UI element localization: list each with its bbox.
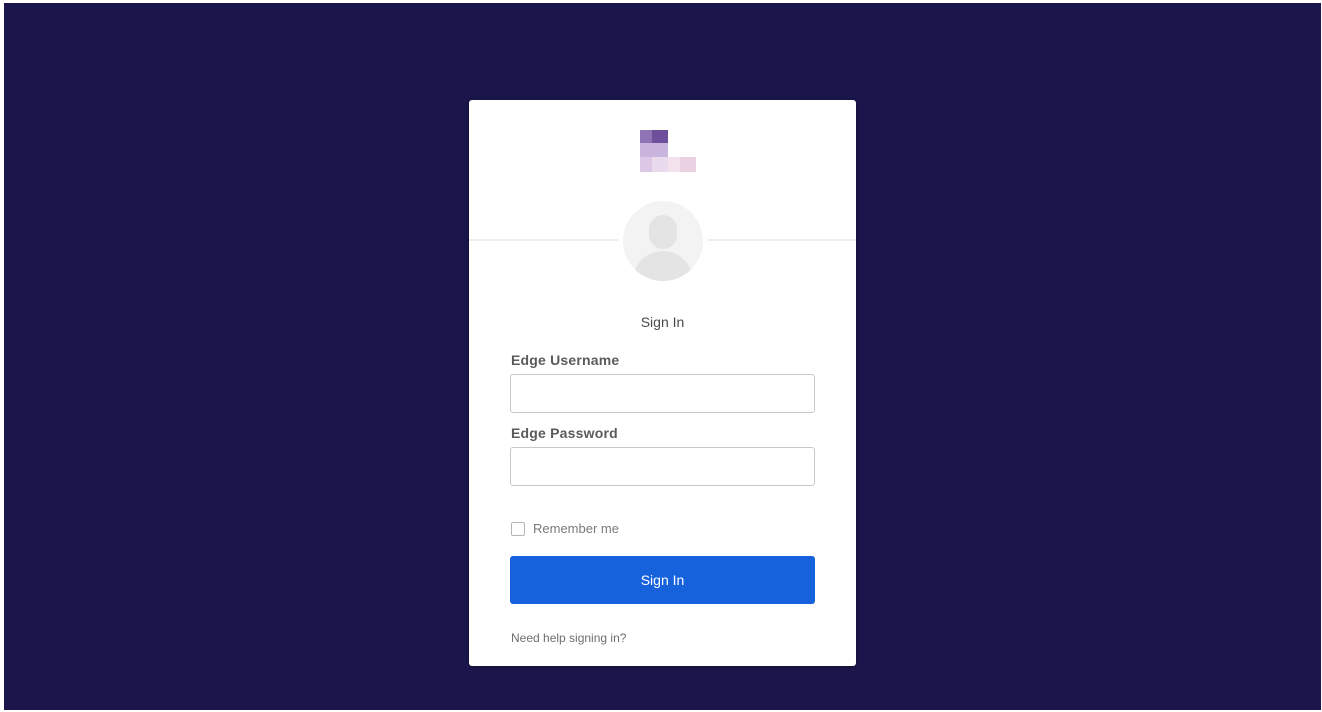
remember-me-row[interactable]: Remember me (511, 521, 619, 536)
password-label: Edge Password (511, 425, 618, 441)
remember-me-label[interactable]: Remember me (533, 521, 619, 536)
username-input[interactable] (510, 374, 815, 413)
company-logo (624, 128, 704, 176)
remember-me-checkbox[interactable] (511, 521, 525, 536)
form-title: Sign In (640, 314, 685, 330)
help-signing-in-link[interactable]: Need help signing in? (511, 631, 626, 645)
password-input[interactable] (510, 447, 815, 486)
user-avatar-icon (618, 196, 708, 286)
username-label: Edge Username (511, 352, 620, 368)
sign-in-button[interactable]: Sign In (510, 556, 815, 604)
